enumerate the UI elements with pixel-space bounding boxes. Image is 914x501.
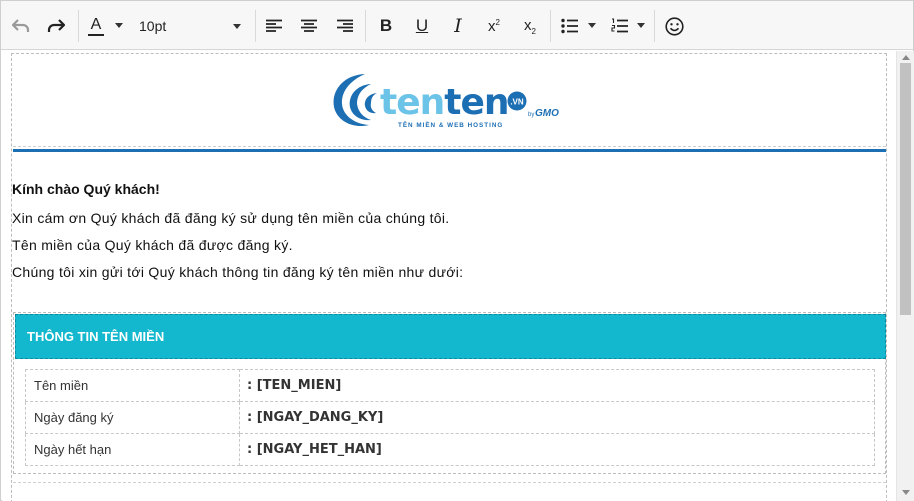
vertical-scrollbar[interactable]: [896, 51, 914, 501]
align-right-button[interactable]: [333, 10, 357, 42]
toolbar-separator: [255, 10, 256, 42]
row-label: Tên miền: [25, 369, 240, 402]
row-value: : [NGAY_DANG_KY]: [239, 401, 875, 434]
row-value: : [TEN_MIEN]: [239, 369, 875, 402]
align-center-icon: [301, 19, 317, 32]
numbered-list-button[interactable]: [609, 10, 631, 42]
editor-toolbar: A 10pt B U I x2 x2: [1, 1, 913, 50]
svg-text:GMO: GMO: [535, 108, 559, 119]
font-size-select[interactable]: 10pt: [131, 10, 247, 42]
scroll-down-icon[interactable]: [902, 490, 910, 495]
superscript-button[interactable]: x2: [482, 10, 506, 42]
subscript-icon: x2: [524, 16, 536, 36]
align-right-icon: [337, 19, 353, 32]
font-size-value: 10pt: [139, 18, 167, 34]
bold-icon: B: [379, 16, 393, 35]
redo-button[interactable]: [42, 10, 70, 42]
chevron-down-icon: [233, 24, 241, 29]
svg-text:.VN: .VN: [510, 98, 524, 107]
next-section: [13, 482, 886, 501]
toolbar-separator: [78, 10, 79, 42]
scrollbar-thumb[interactable]: [900, 63, 911, 315]
row-value: : [NGAY_HET_HAN]: [239, 433, 875, 466]
table-row: Tên miền : [TEN_MIEN]: [25, 369, 875, 402]
italic-button[interactable]: I: [446, 10, 470, 42]
body-line: Xin cám ơn Quý khách đã đăng ký sử dụng …: [12, 210, 450, 226]
emoji-button[interactable]: [662, 10, 686, 42]
rich-text-editor: A 10pt B U I x2 x2 tenten .VN by GMO TÊN…: [0, 0, 914, 501]
font-color-icon: A: [90, 15, 102, 33]
email-header: tenten .VN by GMO TÊN MIỀN & WEB HOSTING: [13, 55, 886, 147]
toolbar-separator: [550, 10, 551, 42]
bullet-list-icon: [561, 18, 578, 34]
body-line: Tên miền của Quý khách đã được đăng ký.: [12, 237, 293, 253]
numbered-list-icon: [611, 18, 628, 33]
email-template: tenten .VN by GMO TÊN MIỀN & WEB HOSTING…: [11, 53, 887, 501]
header-divider: [13, 149, 886, 152]
greeting-text: Kính chào Quý khách!: [12, 181, 160, 197]
smiley-icon: [664, 16, 684, 36]
font-color-button[interactable]: A: [85, 10, 107, 42]
bullet-list-button[interactable]: [559, 10, 581, 42]
editor-content-area[interactable]: tenten .VN by GMO TÊN MIỀN & WEB HOSTING…: [2, 51, 896, 501]
row-label: Ngày đăng ký: [25, 401, 240, 434]
underline-icon: U: [415, 16, 429, 35]
bullet-list-dropdown-icon[interactable]: [588, 23, 596, 28]
numbered-list-dropdown-icon[interactable]: [637, 23, 645, 28]
tenten-logo: tenten .VN by GMO TÊN MIỀN & WEB HOSTING: [333, 74, 559, 129]
domain-info-title: THÔNG TIN TÊN MIỀN: [15, 314, 886, 359]
font-color-swatch: [88, 33, 104, 36]
bold-button[interactable]: B: [374, 10, 398, 42]
domain-info-table: Tên miền : [TEN_MIEN] Ngày đăng ký : [NG…: [25, 369, 875, 466]
svg-text:by: by: [528, 112, 534, 118]
undo-icon: [12, 19, 30, 32]
row-label: Ngày hết hạn: [25, 433, 240, 466]
align-center-button[interactable]: [297, 10, 321, 42]
svg-text:tenten: tenten: [380, 82, 509, 123]
underline-button[interactable]: U: [410, 10, 434, 42]
toolbar-separator: [365, 10, 366, 42]
italic-icon: I: [454, 14, 462, 37]
table-row: Ngày hết hạn : [NGAY_HET_HAN]: [25, 433, 875, 466]
scroll-up-icon[interactable]: [902, 55, 910, 60]
body-line: Chúng tôi xin gửi tới Quý khách thông ti…: [12, 264, 464, 280]
table-row: Ngày đăng ký : [NGAY_DANG_KY]: [25, 401, 875, 434]
toolbar-separator: [654, 10, 655, 42]
redo-icon: [47, 19, 65, 32]
font-color-dropdown-icon[interactable]: [115, 23, 123, 28]
superscript-icon: x2: [488, 17, 500, 35]
domain-info-section: THÔNG TIN TÊN MIỀN Tên miền : [TEN_MIEN]…: [13, 312, 886, 474]
undo-button[interactable]: [7, 10, 35, 42]
align-left-button[interactable]: [262, 10, 286, 42]
subscript-button[interactable]: x2: [518, 10, 542, 42]
align-left-icon: [266, 19, 282, 32]
